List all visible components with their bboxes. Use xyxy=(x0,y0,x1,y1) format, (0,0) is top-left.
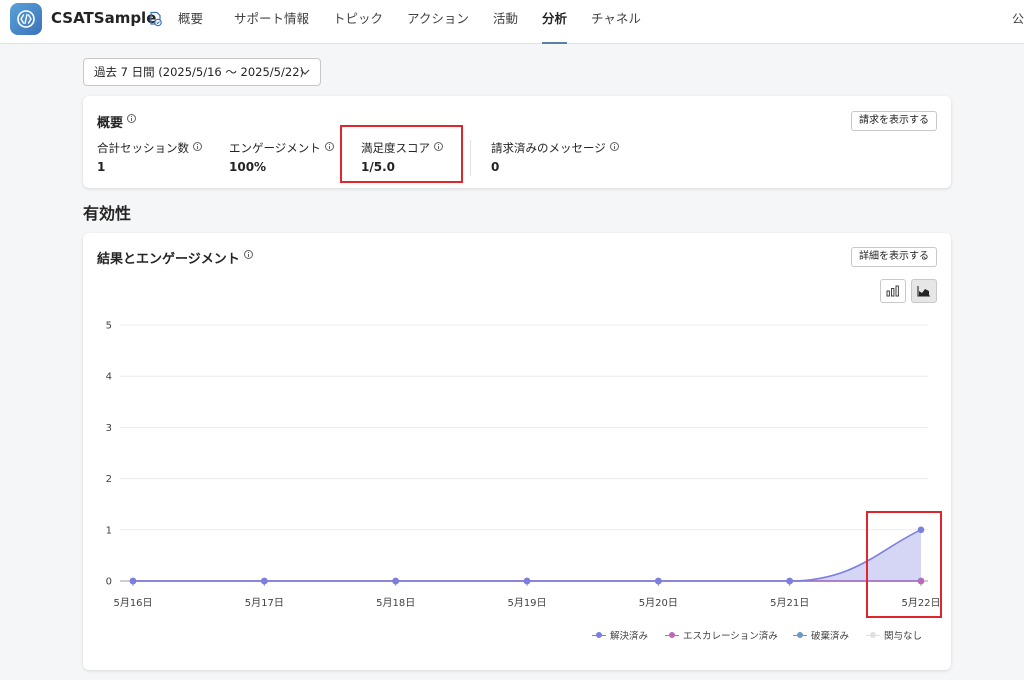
highlight-box xyxy=(866,511,942,618)
legend-item[interactable]: 解決済み xyxy=(592,628,648,642)
y-tick-label: 1 xyxy=(106,525,112,536)
legend-label: 関与なし xyxy=(884,631,923,642)
legend-marker-icon xyxy=(793,631,807,639)
x-tick-label: 5月18日 xyxy=(376,597,415,609)
data-point[interactable] xyxy=(392,577,399,585)
x-tick-label: 5月20日 xyxy=(639,597,678,609)
x-tick-label: 5月17日 xyxy=(245,597,284,609)
data-point[interactable] xyxy=(655,577,662,585)
series-line xyxy=(133,529,922,582)
y-tick-label: 4 xyxy=(106,372,112,383)
legend-item[interactable]: 関与なし xyxy=(866,628,922,642)
y-tick-label: 3 xyxy=(106,423,112,434)
series-area xyxy=(133,529,921,581)
legend-marker-icon xyxy=(866,631,880,639)
legend-label: 解決済み xyxy=(610,631,649,642)
x-tick-label: 5月19日 xyxy=(507,597,546,609)
legend-item[interactable]: 破棄済み xyxy=(793,628,849,642)
data-point[interactable] xyxy=(523,577,531,585)
y-tick-label: 2 xyxy=(106,474,112,485)
legend-item[interactable]: エスカレーション済み xyxy=(665,628,778,642)
legend-marker-icon xyxy=(665,631,679,639)
y-tick-label: 5 xyxy=(106,321,112,332)
legend-label: エスカレーション済み xyxy=(683,631,778,642)
data-point[interactable] xyxy=(261,577,268,585)
data-point[interactable] xyxy=(786,577,793,585)
x-tick-label: 5月16日 xyxy=(113,597,152,609)
y-tick-label: 0 xyxy=(106,577,112,588)
legend-marker-icon xyxy=(592,631,606,639)
legend-label: 破棄済み xyxy=(811,631,850,642)
x-tick-label: 5月21日 xyxy=(770,597,809,609)
data-point[interactable] xyxy=(129,577,137,585)
